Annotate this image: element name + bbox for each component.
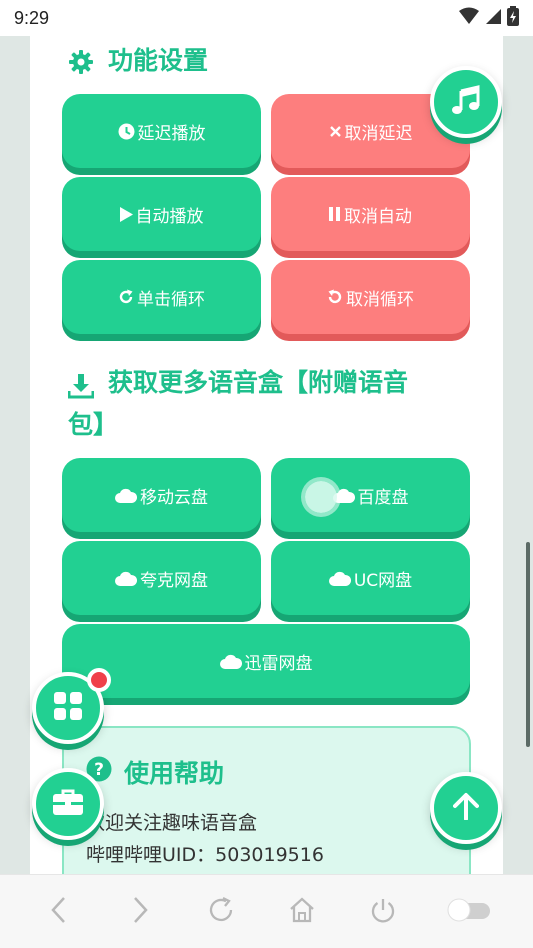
wifi-icon bbox=[459, 7, 479, 30]
download-icon bbox=[67, 372, 95, 410]
refresh-icon bbox=[207, 896, 235, 928]
help-card: ? 使用帮助 欢迎关注趣味语音盒 哔哩哔哩UID：503019516 bbox=[62, 726, 471, 874]
cloud-icon bbox=[219, 654, 242, 669]
help-title-text: 使用帮助 bbox=[124, 759, 225, 788]
power-icon bbox=[369, 896, 397, 928]
baidu-pan-button[interactable]: 百度盘 bbox=[271, 458, 470, 532]
toolbox-button[interactable] bbox=[32, 768, 104, 840]
main-content: 功能设置 延迟播放 取消延迟 自动播放 取消自动 单击循环 取消循环 获取更多语… bbox=[30, 36, 503, 874]
auto-play-label: 自动播放 bbox=[135, 206, 204, 227]
battery-icon bbox=[507, 5, 519, 31]
cancel-auto-button[interactable]: 取消自动 bbox=[271, 177, 470, 251]
cloud-icon bbox=[328, 571, 351, 586]
forward-button[interactable] bbox=[120, 892, 160, 932]
toggle-icon bbox=[446, 897, 492, 927]
power-button[interactable] bbox=[363, 892, 403, 932]
cancel-loop-button[interactable]: 取消循环 bbox=[271, 260, 470, 334]
pause-icon bbox=[329, 207, 341, 221]
help-line-follow: 欢迎关注趣味语音盒 bbox=[86, 812, 258, 834]
status-icons bbox=[459, 5, 519, 31]
mobile-cloud-label: 移动云盘 bbox=[140, 487, 208, 508]
touch-indicator bbox=[305, 481, 337, 513]
xunlei-pan-label: 迅雷网盘 bbox=[244, 653, 313, 674]
grid-icon bbox=[53, 691, 83, 725]
arrow-up-icon bbox=[453, 792, 479, 824]
uc-pan-label: UC网盘 bbox=[353, 570, 413, 591]
gear-icon bbox=[68, 48, 94, 86]
refresh-button[interactable] bbox=[201, 892, 241, 932]
svg-text:?: ? bbox=[94, 760, 104, 780]
toolbox-icon bbox=[52, 788, 84, 820]
chevron-right-icon bbox=[131, 896, 149, 928]
redo-icon bbox=[118, 289, 134, 305]
back-button[interactable] bbox=[39, 892, 79, 932]
cloud-icon bbox=[115, 571, 137, 586]
xunlei-pan-button[interactable]: 迅雷网盘 bbox=[62, 624, 470, 698]
loop-button[interactable]: 单击循环 bbox=[62, 260, 261, 334]
help-title: ? 使用帮助 bbox=[86, 754, 224, 790]
scroll-to-top-button[interactable] bbox=[430, 772, 502, 844]
cancel-auto-label: 取消自动 bbox=[344, 206, 412, 227]
quark-pan-button[interactable]: 夸克网盘 bbox=[62, 541, 261, 615]
chevron-left-icon bbox=[50, 896, 68, 928]
download-title-line2: 包】 bbox=[68, 410, 119, 439]
clock-icon bbox=[118, 123, 135, 140]
home-button[interactable] bbox=[282, 892, 322, 932]
cancel-loop-label: 取消循环 bbox=[346, 289, 414, 310]
baidu-pan-label: 百度盘 bbox=[357, 487, 409, 508]
settings-title-text: 功能设置 bbox=[108, 46, 209, 75]
loop-label: 单击循环 bbox=[137, 289, 205, 310]
cancel-delay-label: 取消延迟 bbox=[344, 123, 413, 144]
status-time: 9:29 bbox=[14, 7, 50, 28]
browser-nav-bar bbox=[0, 874, 533, 948]
toggle-switch[interactable] bbox=[444, 892, 494, 932]
close-icon bbox=[329, 125, 342, 138]
mobile-cloud-button[interactable]: 移动云盘 bbox=[62, 458, 261, 532]
scrollbar[interactable] bbox=[526, 542, 530, 747]
download-title-line1: 获取更多语音盒【附赠语音 bbox=[108, 368, 409, 397]
status-bar: 9:29 bbox=[0, 0, 533, 36]
settings-title: 功能设置 bbox=[68, 42, 208, 86]
notification-badge bbox=[87, 668, 111, 692]
auto-play-button[interactable]: 自动播放 bbox=[62, 177, 261, 251]
delay-play-button[interactable]: 延迟播放 bbox=[62, 94, 261, 168]
home-icon bbox=[288, 896, 316, 928]
undo-icon bbox=[327, 289, 343, 305]
play-icon bbox=[119, 206, 133, 222]
music-button[interactable] bbox=[430, 66, 502, 138]
page-gutter-right bbox=[503, 36, 533, 874]
uc-pan-button[interactable]: UC网盘 bbox=[271, 541, 470, 615]
music-note-icon bbox=[451, 85, 481, 119]
help-line-uid: 哔哩哔哩UID：503019516 bbox=[86, 844, 324, 866]
signal-icon bbox=[485, 7, 501, 30]
page-gutter-left bbox=[0, 36, 30, 874]
cloud-icon bbox=[115, 488, 137, 503]
delay-play-label: 延迟播放 bbox=[137, 123, 206, 144]
quark-pan-label: 夸克网盘 bbox=[140, 570, 208, 591]
